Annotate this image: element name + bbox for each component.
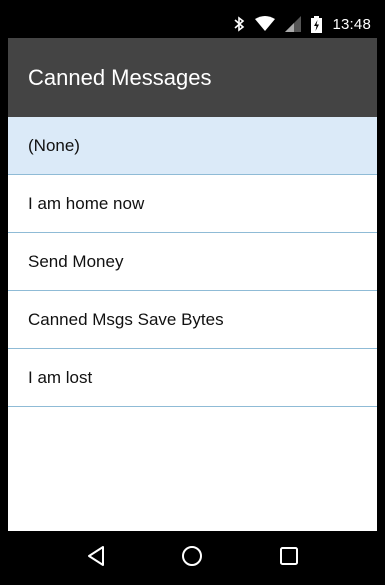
home-button[interactable] — [172, 538, 212, 578]
status-time: 13:48 — [332, 15, 371, 33]
list-item[interactable]: (None) — [8, 117, 377, 175]
recents-icon — [279, 546, 299, 571]
recents-button[interactable] — [269, 538, 309, 578]
list-item[interactable]: Canned Msgs Save Bytes — [8, 291, 377, 349]
battery-charging-icon — [311, 15, 323, 33]
back-icon — [85, 545, 107, 572]
signal-icon — [285, 16, 302, 32]
home-icon — [181, 545, 203, 572]
list-item-label: I am lost — [28, 367, 93, 387]
list-item-label: Canned Msgs Save Bytes — [28, 309, 224, 329]
canned-messages-list: (None) I am home now Send Money Canned M… — [8, 117, 377, 407]
phone-screen: 13:48 Canned Messages (None) I am home n… — [0, 0, 385, 585]
list-item[interactable]: I am home now — [8, 175, 377, 233]
page-title: Canned Messages — [28, 64, 212, 90]
list-item[interactable]: Send Money — [8, 233, 377, 291]
bluetooth-icon — [233, 16, 245, 32]
status-bar: 13:48 — [8, 10, 377, 38]
wifi-icon — [255, 16, 276, 32]
list-item-label: Send Money — [28, 251, 124, 271]
app-bar: Canned Messages — [8, 38, 377, 117]
list-item-label: (None) — [28, 135, 80, 155]
list-item[interactable]: I am lost — [8, 349, 377, 407]
list-item-label: I am home now — [28, 193, 145, 213]
navigation-bar — [8, 531, 377, 585]
back-button[interactable] — [76, 538, 116, 578]
